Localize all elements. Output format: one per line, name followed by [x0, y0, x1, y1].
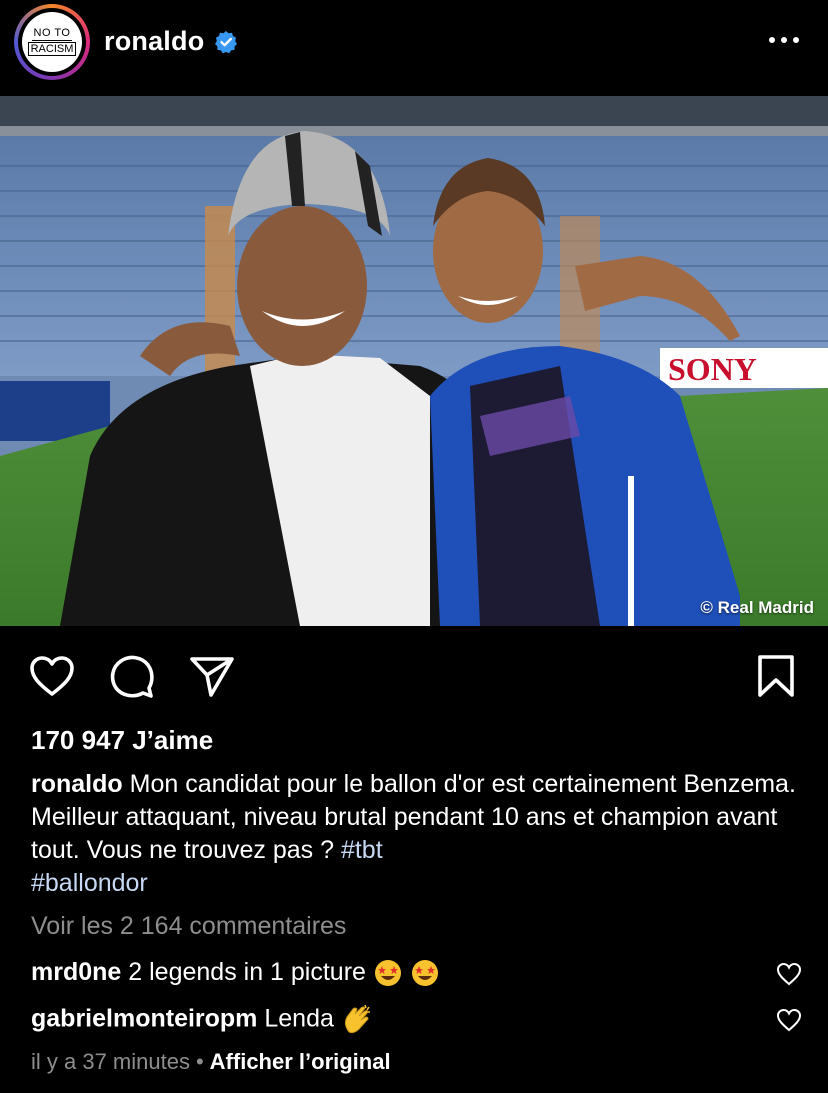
profile-avatar[interactable]: NO TO RACISM	[14, 4, 90, 80]
comment-item: gabrielmonteiropm Lenda	[31, 1004, 761, 1036]
send-icon	[190, 657, 234, 697]
avatar-text-bottom: RACISM	[27, 42, 77, 56]
stadium-photo-illustration: SONY	[0, 96, 828, 626]
post-photo[interactable]: SONY © Real Madrid	[0, 96, 828, 626]
avatar-text-top: NO TO	[31, 27, 73, 41]
photo-credit: © Real Madrid	[700, 598, 814, 617]
caption-text: Mon candidat pour le ballon d'or est cer…	[31, 770, 796, 864]
post-meta: il y a 37 minutes • Afficher l’original	[31, 1049, 391, 1075]
post-username[interactable]: ronaldo	[104, 26, 204, 57]
post-caption: ronaldo Mon candidat pour le ballon d'or…	[31, 768, 801, 900]
post-actions	[0, 650, 828, 706]
comment-item: mrd0ne 2 legends in 1 picture	[31, 958, 761, 988]
save-button[interactable]	[752, 650, 800, 702]
post-timestamp: il y a 37 minutes	[31, 1049, 190, 1074]
comment-username[interactable]: mrd0ne	[31, 958, 121, 986]
view-all-comments-link[interactable]: Voir les 2 164 commentaires	[31, 912, 346, 941]
comment-like-heart-icon[interactable]	[776, 962, 802, 986]
comment-icon	[110, 655, 154, 698]
clapping-hands-emoji-icon	[344, 1004, 370, 1034]
hashtag-tbt[interactable]: #tbt	[341, 836, 383, 864]
post-header: NO TO RACISM ronaldo	[0, 0, 828, 90]
comment-like-heart-icon[interactable]	[776, 1008, 802, 1032]
like-button[interactable]	[28, 650, 76, 702]
comment-text: 2 legends in 1 picture	[128, 958, 366, 986]
heart-icon	[30, 656, 74, 696]
no-to-racism-logo: NO TO RACISM	[22, 12, 82, 72]
hashtag-ballondor[interactable]: #ballondor	[31, 869, 148, 897]
star-struck-emoji-icon	[411, 960, 438, 987]
bookmark-icon	[758, 655, 794, 697]
share-button[interactable]	[188, 650, 236, 702]
verified-badge-icon	[215, 31, 237, 54]
more-dots-icon[interactable]	[766, 30, 802, 50]
comment-button[interactable]	[108, 650, 156, 702]
star-struck-emoji-icon	[374, 960, 401, 987]
caption-username[interactable]: ronaldo	[31, 770, 123, 798]
meta-separator: •	[195, 1049, 204, 1074]
sony-board-text: SONY	[668, 351, 757, 387]
comment-username[interactable]: gabrielmonteiropm	[31, 1005, 257, 1033]
likes-count[interactable]: 170 947 J’aime	[31, 725, 213, 756]
show-original-link[interactable]: Afficher l’original	[210, 1049, 391, 1074]
comment-text: Lenda	[264, 1004, 334, 1033]
